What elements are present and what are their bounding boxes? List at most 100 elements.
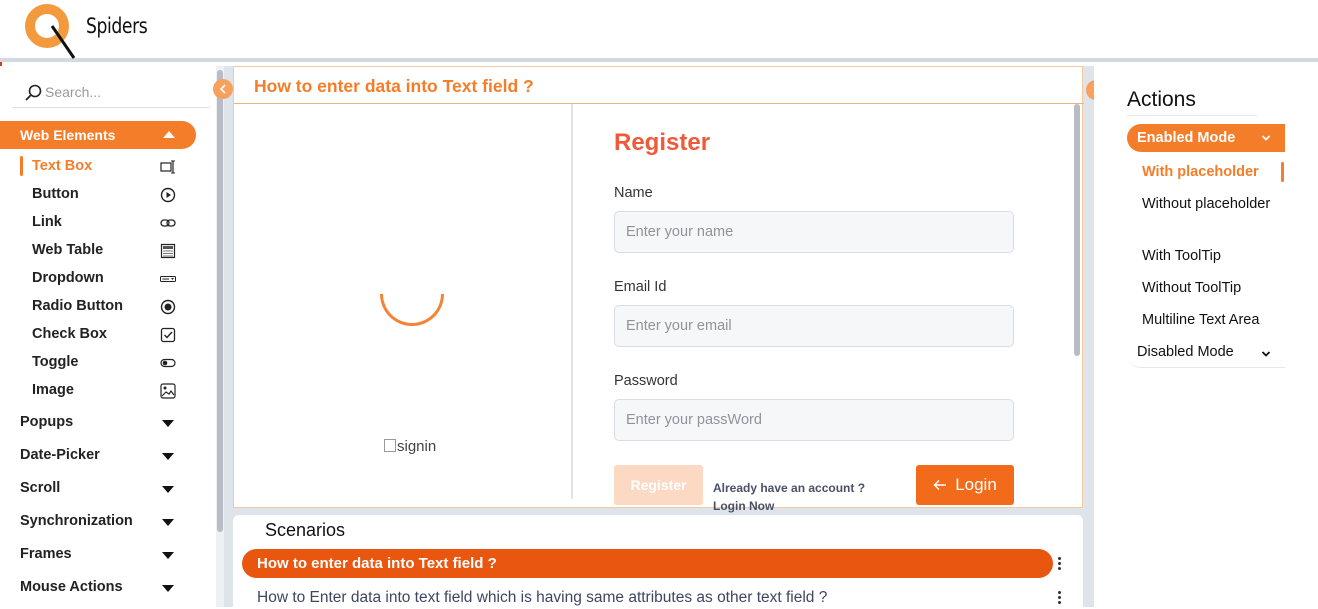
password-label: Password: [614, 373, 678, 389]
register-button[interactable]: Register: [614, 465, 703, 505]
caret-down-icon: [162, 453, 174, 460]
sidebar-item-label: Dropdown: [32, 270, 104, 286]
top-header: Spiders: [0, 0, 1318, 62]
chevron-down-icon: [1261, 135, 1271, 141]
demo-title: How to enter data into Text field ?: [254, 76, 534, 96]
category-label: Date-Picker: [20, 447, 100, 463]
sidebar-item-toggle[interactable]: Toggle: [0, 349, 196, 377]
scenario-item[interactable]: How to Enter data into text field which …: [242, 587, 1053, 609]
sidebar-item-label: Check Box: [32, 326, 107, 342]
enabled-mode-label: Enabled Mode: [1137, 130, 1236, 146]
login-button-label: Login: [955, 475, 997, 494]
actions-title: Actions: [1127, 88, 1196, 111]
already-account-text: Already have an account ?: [713, 481, 866, 495]
sidebar-category-frames[interactable]: Frames: [0, 541, 196, 569]
chevron-down-icon: [1261, 351, 1271, 357]
register-heading: Register: [614, 129, 711, 156]
more-options-icon[interactable]: [1058, 557, 1062, 571]
radio-icon: [160, 299, 176, 315]
dropdown-icon: [160, 276, 176, 282]
sidebar-section-web-elements[interactable]: Web Elements: [0, 121, 196, 149]
caret-down-icon: [162, 585, 174, 592]
sidebar-category-scroll[interactable]: Scroll: [0, 475, 196, 503]
sidebar-item-button[interactable]: Button: [0, 181, 196, 209]
actions-divider: [1127, 115, 1257, 116]
scenarios-title: Scenarios: [265, 520, 346, 540]
sidebar-item-dropdown[interactable]: Dropdown: [0, 265, 196, 293]
actions-panel: Actions Enabled Mode With placeholder Wi…: [1094, 66, 1318, 607]
arrow-left-icon: [933, 479, 947, 491]
scrollbar-thumb[interactable]: [217, 70, 223, 532]
sidebar-item-web-table[interactable]: Web Table: [0, 237, 196, 265]
caret-up-icon: [163, 131, 175, 138]
sidebar-category-synchronization[interactable]: Synchronization: [0, 508, 196, 536]
caret-down-icon: [162, 519, 174, 526]
sidebar-section-label: Web Elements: [20, 127, 116, 143]
broken-image-icon: [384, 439, 396, 452]
caret-down-icon: [162, 420, 174, 427]
search-input[interactable]: [45, 82, 195, 102]
sidebar-item-label: Radio Button: [32, 298, 124, 314]
name-field[interactable]: [614, 211, 1014, 253]
table-icon: [160, 243, 176, 259]
sidebar-item-label: Toggle: [32, 354, 79, 370]
email-field[interactable]: [614, 305, 1014, 347]
action-with-placeholder[interactable]: With placeholder: [1142, 162, 1272, 182]
sidebar-item-label: Button: [32, 186, 79, 202]
collapse-sidebar-button[interactable]: [213, 79, 233, 99]
disabled-mode-label: Disabled Mode: [1137, 344, 1234, 360]
q-logo-icon: [25, 4, 76, 59]
demo-scrollbar[interactable]: [1072, 104, 1080, 502]
scenario-item-active[interactable]: How to enter data into Text field ?: [242, 549, 1053, 578]
image-alt-text: signin: [397, 438, 437, 455]
demo-card: How to enter data into Text field ? sign…: [233, 66, 1084, 513]
sidebar-item-link[interactable]: Link: [0, 209, 196, 237]
caret-down-icon: [162, 552, 174, 559]
login-prompt: Already have an account ? Login Now: [713, 479, 865, 515]
disabled-mode-toggle[interactable]: Disabled Mode: [1127, 342, 1285, 368]
image-pane: signin: [234, 104, 573, 499]
sidebar-item-image[interactable]: Image: [0, 377, 196, 405]
action-without-tooltip[interactable]: Without ToolTip: [1142, 278, 1272, 298]
sidebar-item-label: Text Box: [32, 158, 93, 174]
scrollbar-thumb[interactable]: [1074, 104, 1080, 356]
sidebar-item-label: Link: [32, 214, 62, 230]
scenario-label: How to Enter data into text field which …: [257, 589, 828, 606]
category-label: Synchronization: [20, 513, 133, 529]
brand-logo[interactable]: Spiders: [22, 0, 148, 60]
category-label: Mouse Actions: [20, 579, 123, 595]
play-circle-icon: [160, 187, 176, 203]
sidebar-category-mouse-actions[interactable]: Mouse Actions: [0, 574, 196, 602]
chevron-left-icon: [219, 84, 226, 94]
checkbox-icon: [160, 327, 176, 343]
search-icon: [25, 84, 42, 101]
sidebar-item-label: Image: [32, 382, 74, 398]
action-with-tooltip[interactable]: With ToolTip: [1142, 246, 1272, 266]
loading-spinner-icon: [380, 294, 444, 326]
category-label: Frames: [20, 546, 72, 562]
scenarios-card: Scenarios How to enter data into Text fi…: [233, 515, 1083, 607]
signin-image: signin: [384, 438, 436, 455]
login-now-link[interactable]: Login Now: [713, 497, 865, 515]
sidebar-category-popups[interactable]: Popups: [0, 409, 196, 437]
enabled-mode-toggle[interactable]: Enabled Mode: [1127, 124, 1285, 152]
scenario-label: How to enter data into Text field ?: [257, 555, 497, 572]
name-label: Name: [614, 185, 653, 201]
sidebar-item-text-box[interactable]: Text Box: [0, 153, 196, 181]
sidebar-item-radio-button[interactable]: Radio Button: [0, 293, 196, 321]
action-without-placeholder[interactable]: Without placeholder: [1142, 194, 1272, 214]
category-label: Scroll: [20, 480, 61, 496]
action-multiline-text-area[interactable]: Multiline Text Area: [1142, 310, 1312, 330]
more-options-icon[interactable]: [1058, 591, 1062, 605]
image-icon: [160, 383, 176, 399]
sidebar-scrollbar[interactable]: [216, 66, 224, 607]
search-box: [12, 76, 210, 108]
login-button[interactable]: Login: [916, 465, 1014, 505]
category-label: Popups: [20, 414, 74, 430]
link-icon: [160, 219, 176, 227]
password-field[interactable]: [614, 399, 1014, 441]
caret-down-icon: [162, 486, 174, 493]
sidebar-item-check-box[interactable]: Check Box: [0, 321, 196, 349]
active-indicator: [20, 156, 23, 176]
sidebar-category-date-picker[interactable]: Date-Picker: [0, 442, 196, 470]
